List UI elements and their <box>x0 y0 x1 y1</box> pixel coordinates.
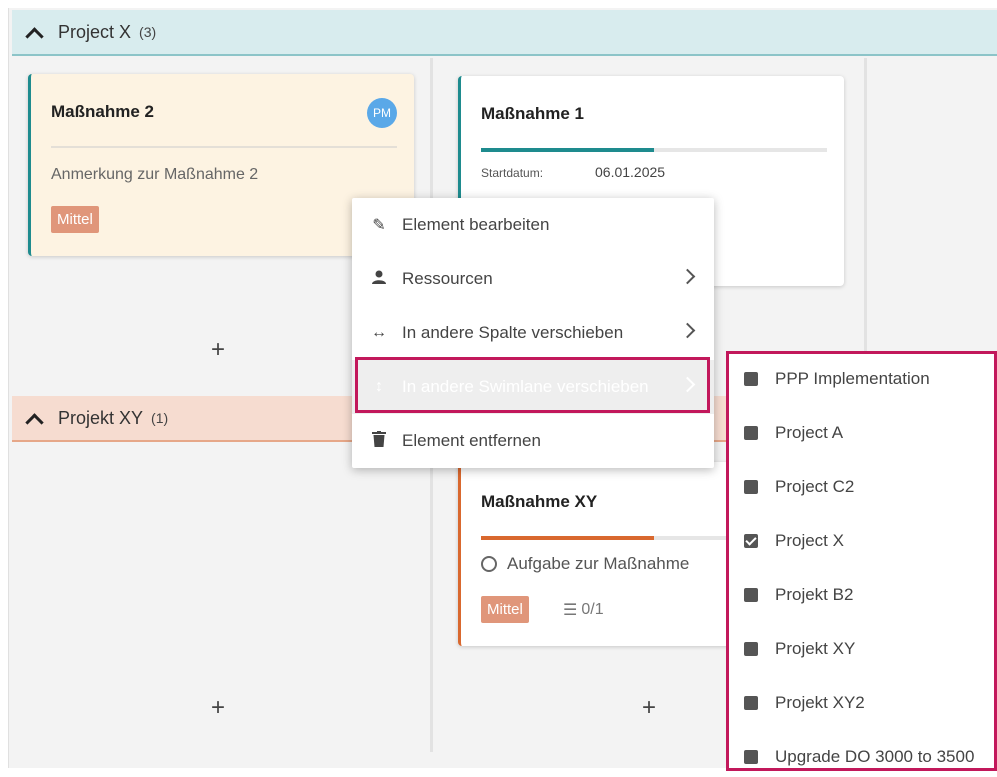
highlight-frame <box>355 357 710 413</box>
horizontal-arrows-icon: ↔ <box>371 324 387 341</box>
menu-item-delete[interactable]: Element entfernen <box>352 414 714 468</box>
avatar-initials: PM <box>373 106 391 120</box>
priority-badge: Mittel <box>51 206 99 233</box>
chevron-right-icon <box>682 269 694 281</box>
add-card-button[interactable]: + <box>211 694 225 722</box>
menu-item-label: Element bearbeiten <box>402 215 550 234</box>
submenu-item[interactable]: Upgrade DO 3000 to 3500 <box>729 737 994 777</box>
card-title: Maßnahme XY <box>481 492 598 511</box>
checkbox-icon[interactable] <box>744 588 758 602</box>
card-massnahme-xy[interactable]: Maßnahme XY Aufgabe zur Maßnahme Mittel … <box>458 462 827 646</box>
submenu-item[interactable]: Projekt B2 <box>729 575 994 615</box>
menu-item-resources[interactable]: Ressourcen <box>352 252 714 306</box>
swimlane-title: Project X <box>58 21 132 42</box>
submenu-item-label: PPP Implementation <box>775 369 930 388</box>
submenu-item-label: Projekt XY2 <box>775 693 865 712</box>
checkbox-icon[interactable] <box>744 696 758 710</box>
submenu-item[interactable]: PPP Implementation <box>729 359 994 399</box>
swimlane-title: Projekt XY <box>58 407 144 428</box>
swimlane-count: (3) <box>139 24 157 40</box>
swimlane-count: (1) <box>151 410 169 426</box>
submenu-item[interactable]: Project A <box>729 413 994 453</box>
card-note: Anmerkung zur Maßnahme 2 <box>51 166 259 183</box>
menu-item-edit[interactable]: ✎ Element bearbeiten <box>352 198 714 252</box>
checklist-icon: ☰ <box>563 602 578 619</box>
task-counter: ☰ 0/1 <box>563 600 604 620</box>
chevron-right-icon <box>682 323 694 335</box>
progress-fill <box>481 536 654 540</box>
avatar[interactable]: PM <box>367 98 397 128</box>
menu-item-label: Element entfernen <box>402 431 541 450</box>
trash-icon <box>369 430 389 452</box>
card-title: Maßnahme 1 <box>481 104 584 123</box>
progress-fill <box>481 148 654 152</box>
submenu-item[interactable]: Project C2 <box>729 467 994 507</box>
start-date-value: 06.01.2025 <box>595 164 666 180</box>
submenu-item-label: Projekt XY <box>775 639 856 658</box>
submenu-item[interactable]: Projekt XY <box>729 629 994 669</box>
submenu-item-label: Projekt B2 <box>775 585 854 604</box>
checkbox-icon[interactable] <box>744 642 758 656</box>
radio-circle-icon[interactable] <box>481 556 497 572</box>
submenu-item-label: Upgrade DO 3000 to 3500 <box>775 747 975 766</box>
priority-badge: Mittel <box>481 596 529 623</box>
checkbox-icon[interactable] <box>744 750 758 764</box>
submenu-item[interactable]: Project X <box>729 521 994 561</box>
task-count: 0/1 <box>581 601 604 618</box>
person-icon <box>369 269 389 290</box>
menu-item-label: In andere Spalte verschieben <box>402 323 624 342</box>
start-date-label: Startdatum: <box>481 166 544 180</box>
chevron-up-icon[interactable] <box>26 25 40 39</box>
add-card-button[interactable]: + <box>642 694 656 722</box>
swimlane-header-project-x[interactable]: Project X (3) <box>12 10 997 56</box>
submenu-item[interactable]: Projekt XY2 <box>729 683 994 723</box>
menu-item-label: Ressourcen <box>402 269 493 288</box>
task-label: Aufgabe zur Maßnahme <box>507 554 690 573</box>
checkbox-icon[interactable] <box>744 480 758 494</box>
checkbox-icon[interactable] <box>744 372 758 386</box>
menu-item-move-column[interactable]: ↔ In andere Spalte verschieben <box>352 306 714 360</box>
submenu-item-label: Project C2 <box>775 477 855 496</box>
pencil-icon: ✎ <box>372 217 386 234</box>
column-divider <box>864 58 867 358</box>
card-title: Maßnahme 2 <box>51 102 154 121</box>
checkbox-icon[interactable] <box>744 426 758 440</box>
task-item[interactable]: Aufgabe zur Maßnahme <box>481 554 689 574</box>
swimlane-submenu: PPP Implementation Project A Project C2 … <box>726 351 997 771</box>
progress-track <box>481 148 827 152</box>
add-card-button[interactable]: + <box>211 336 225 364</box>
submenu-item-label: Project A <box>775 423 844 442</box>
checkbox-checked-icon[interactable] <box>744 534 758 548</box>
submenu-item-label: Project X <box>775 531 844 550</box>
context-menu: ✎ Element bearbeiten Ressourcen ↔ In and… <box>352 198 714 468</box>
chevron-up-icon[interactable] <box>26 411 40 425</box>
card-divider <box>51 146 397 148</box>
